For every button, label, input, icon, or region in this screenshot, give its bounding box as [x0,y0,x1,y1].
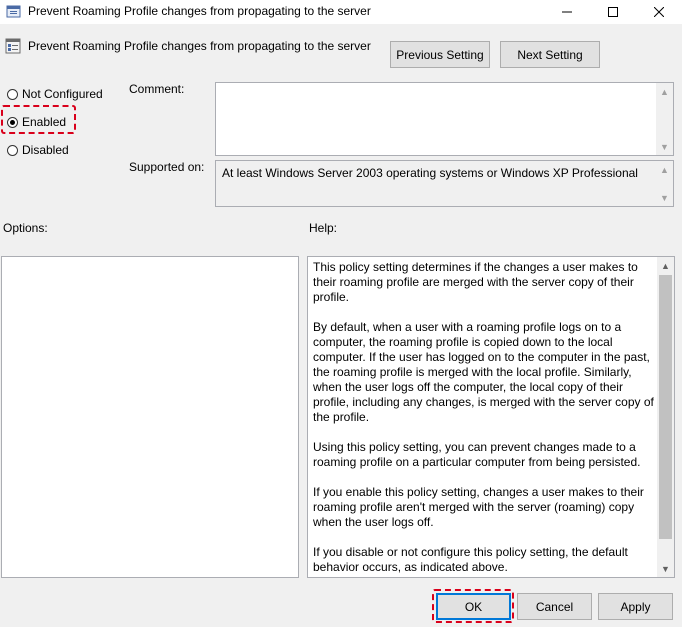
help-paragraph: By default, when a user with a roaming p… [313,320,654,424]
help-paragraph: Using this policy setting, you can preve… [313,440,641,469]
scroll-up-icon[interactable]: ▲ [657,257,674,274]
radio-circle-selected [7,116,18,128]
scroll-down-icon[interactable]: ▼ [656,189,673,206]
policy-setting-icon [5,38,21,54]
radio-enabled[interactable]: Enabled [7,115,66,129]
radio-label: Not Configured [22,87,103,101]
supported-on-box: At least Windows Server 2003 operating s… [215,160,674,207]
maximize-button[interactable] [590,0,636,24]
apply-button[interactable]: Apply [598,593,673,620]
window-title: Prevent Roaming Profile changes from pro… [28,4,371,18]
scroll-thumb[interactable] [659,275,672,539]
scroll-up-icon[interactable]: ▲ [656,161,673,178]
minimize-icon [562,11,572,13]
ok-button[interactable]: OK [436,593,511,620]
next-setting-button[interactable]: Next Setting [500,41,600,68]
help-paragraph: If you disable or not configure this pol… [313,545,628,574]
help-text: This policy setting determines if the ch… [313,260,657,577]
policy-title: Prevent Roaming Profile changes from pro… [28,39,371,53]
radio-circle [7,88,18,100]
comment-textarea[interactable]: ▲ ▼ [215,82,674,156]
minimize-button[interactable] [544,0,590,24]
previous-setting-button[interactable]: Previous Setting [390,41,490,68]
radio-label: Enabled [22,115,67,129]
radio-not-configured[interactable]: Not Configured [7,87,103,101]
scroll-down-icon[interactable]: ▼ [657,560,674,577]
scroll-down-icon[interactable]: ▼ [656,138,673,155]
title-bar: Prevent Roaming Profile changes from pro… [0,0,682,24]
radio-circle [7,144,18,156]
cancel-button[interactable]: Cancel [517,593,592,620]
close-icon [654,7,664,17]
options-label: Options: [3,221,48,235]
options-panel [1,256,299,578]
supported-on-value: At least Windows Server 2003 operating s… [222,166,638,180]
supported-on-label: Supported on: [129,160,205,174]
help-paragraph: If you enable this policy setting, chang… [313,485,644,529]
close-button[interactable] [636,0,682,24]
maximize-icon [608,7,618,17]
comment-scrollbar[interactable]: ▲ ▼ [656,83,673,155]
help-scrollbar[interactable]: ▲ ▼ [657,257,674,577]
radio-disabled[interactable]: Disabled [7,143,69,157]
radio-label: Disabled [22,143,69,157]
help-paragraph: This policy setting determines if the ch… [313,260,638,304]
scroll-up-icon[interactable]: ▲ [656,83,673,100]
help-label: Help: [309,221,338,235]
policy-icon [6,5,21,18]
supported-scrollbar[interactable]: ▲ ▼ [656,161,673,206]
help-panel: This policy setting determines if the ch… [307,256,675,578]
comment-label: Comment: [129,82,185,96]
